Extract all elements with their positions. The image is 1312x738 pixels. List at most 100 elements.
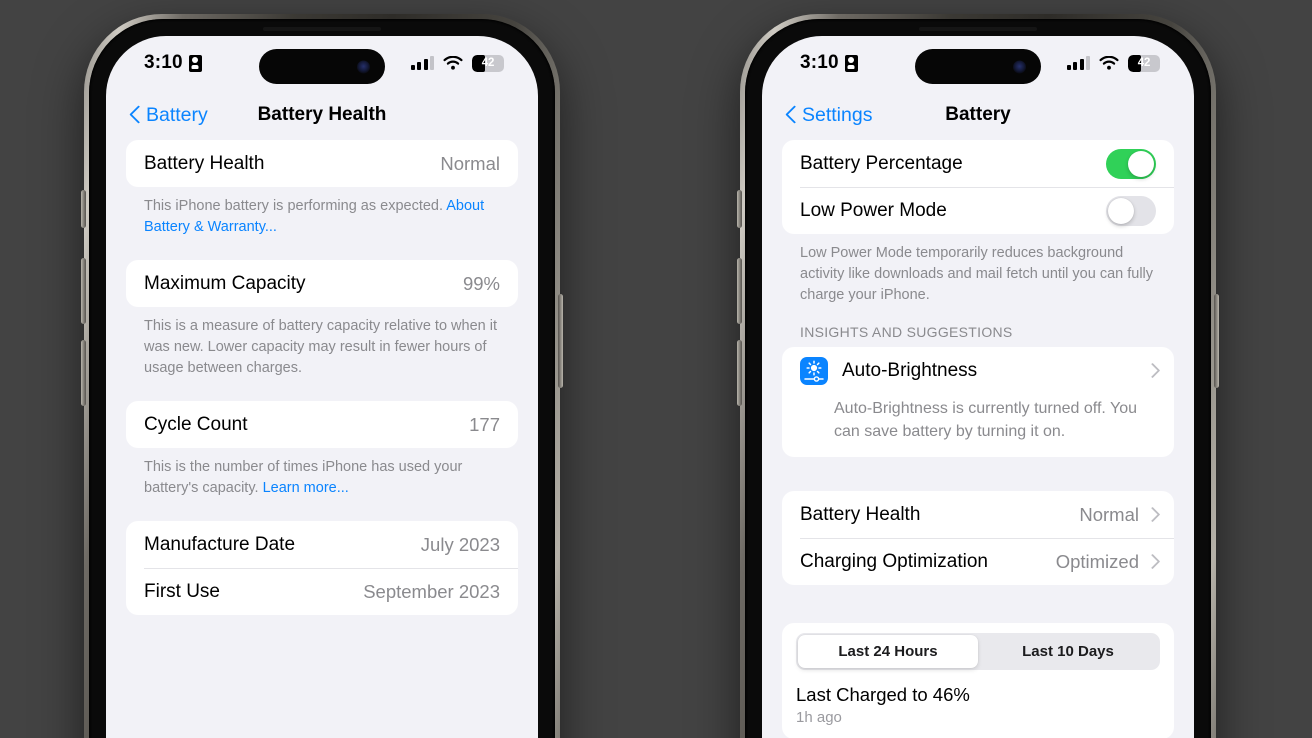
screenshot-stage: 3:10 42 Battery Battery Health Battery H… <box>0 0 1312 738</box>
wifi-icon <box>1099 55 1119 71</box>
power-button-left[interactable] <box>558 294 563 388</box>
nav-bar-left: Battery Battery Health <box>106 90 538 140</box>
row-label: Cycle Count <box>144 413 248 435</box>
auto-brightness-card: Auto-Brightness Auto-Brightness is curre… <box>782 347 1174 458</box>
status-time-right: 3:10 <box>800 52 858 74</box>
chevron-left-icon <box>130 106 141 125</box>
auto-brightness-icon <box>800 356 828 385</box>
row-charging-optimization[interactable]: Charging Optimization Optimized <box>782 538 1174 585</box>
battery-percentage-toggle[interactable] <box>1106 148 1156 179</box>
screen-lock-icon <box>844 54 858 72</box>
auto-brightness-note: Auto-Brightness is currently turned off.… <box>834 400 1137 440</box>
row-value: 177 <box>469 413 500 435</box>
battery-detail-card: Battery Health Normal Charging Optimizat… <box>782 491 1174 586</box>
volume-up-button-left[interactable] <box>81 258 86 324</box>
back-button-label: Settings <box>802 103 873 126</box>
status-bar-left: 3:10 42 <box>106 36 538 90</box>
row-value: 99% <box>462 272 500 294</box>
iphone-left: 3:10 42 Battery Battery Health Battery H… <box>81 14 563 738</box>
cycle-count-note: This is the number of times iPhone has u… <box>126 448 518 499</box>
low-power-mode-toggle[interactable] <box>1106 195 1156 226</box>
segment-last-10-days[interactable]: Last 10 Days <box>978 635 1158 668</box>
row-label: Manufacture Date <box>144 533 296 555</box>
battery-health-note: This iPhone battery is performing as exp… <box>126 187 518 238</box>
row-label: Auto-Brightness <box>842 359 978 381</box>
volume-up-button-right[interactable] <box>737 258 742 324</box>
status-indicators-right: 42 <box>1066 54 1160 72</box>
chevron-right-icon <box>1147 554 1156 569</box>
nav-bar-right: Settings Battery <box>762 90 1194 140</box>
status-time-left: 3:10 <box>144 52 202 74</box>
battery-indicator-left: 42 <box>472 54 504 72</box>
battery-indicator-right: 42 <box>1128 54 1160 72</box>
row-first-use[interactable]: First Use September 2023 <box>126 568 518 615</box>
row-label: Charging Optimization <box>800 550 988 572</box>
last-charged-block: Last Charged to 46% 1h ago <box>782 670 1174 738</box>
maximum-capacity-card: Maximum Capacity 99% <box>126 260 518 308</box>
chevron-left-icon <box>786 106 797 125</box>
action-button-left[interactable] <box>81 190 86 228</box>
row-manufacture-date[interactable]: Manufacture Date July 2023 <box>126 521 518 568</box>
row-value: Normal <box>1079 503 1139 525</box>
dates-card: Manufacture Date July 2023 First Use Sep… <box>126 521 518 616</box>
row-battery-percentage[interactable]: Battery Percentage <box>782 140 1174 187</box>
phone-bezel-left: 3:10 42 Battery Battery Health Battery H… <box>89 19 555 738</box>
action-button-right[interactable] <box>737 190 742 228</box>
last-charged-title: Last Charged to 46% <box>796 684 970 706</box>
row-label: Low Power Mode <box>800 199 947 221</box>
row-battery-health[interactable]: Battery Health Normal <box>782 491 1174 538</box>
status-time-text: 3:10 <box>800 52 839 73</box>
insights-section-header: INSIGHTS AND SUGGESTIONS <box>800 324 1013 341</box>
row-label: Battery Health <box>800 503 921 525</box>
battery-percent-text: 42 <box>1137 57 1151 69</box>
dynamic-island-left <box>259 49 385 84</box>
row-value: Optimized <box>1055 550 1139 572</box>
row-maximum-capacity[interactable]: Maximum Capacity 99% <box>126 260 518 307</box>
row-value: July 2023 <box>420 533 500 555</box>
cellular-bars-icon <box>410 56 434 70</box>
row-label: Battery Percentage <box>800 152 963 174</box>
low-power-mode-note: Low Power Mode temporarily reduces backg… <box>800 245 1154 304</box>
volume-down-button-left[interactable] <box>81 340 86 406</box>
phone-bezel-right: 3:10 42 Settings Battery Battery Percent… <box>745 19 1211 738</box>
phone-screen-right: 3:10 42 Settings Battery Battery Percent… <box>762 36 1194 738</box>
row-label: Battery Health <box>144 152 265 174</box>
cellular-bars-icon <box>1066 56 1090 70</box>
row-battery-health[interactable]: Battery Health Normal <box>126 140 518 187</box>
dynamic-island-right <box>915 49 1041 84</box>
chevron-right-icon <box>1147 363 1156 378</box>
segment-last-24-hours[interactable]: Last 24 Hours <box>798 635 978 669</box>
last-charged-subtitle: 1h ago <box>796 709 842 727</box>
row-cycle-count[interactable]: Cycle Count 177 <box>126 401 518 448</box>
status-bar-right: 3:10 42 <box>762 36 1194 90</box>
settings-list-left[interactable]: Battery Health Normal This iPhone batter… <box>106 140 538 738</box>
row-value: September 2023 <box>363 580 500 602</box>
earpiece-speaker-right <box>919 27 1037 31</box>
screen-lock-icon <box>188 54 202 72</box>
back-button-label: Battery <box>146 103 208 126</box>
volume-down-button-right[interactable] <box>737 340 742 406</box>
row-label: Maximum Capacity <box>144 272 306 294</box>
battery-usage-card: Last 24 Hours Last 10 Days Last Charged … <box>782 623 1174 738</box>
phone-screen-left: 3:10 42 Battery Battery Health Battery H… <box>106 36 538 738</box>
chevron-right-icon <box>1147 507 1156 522</box>
back-button-left[interactable]: Battery <box>130 104 208 127</box>
maximum-capacity-note: This is a measure of battery capacity re… <box>144 318 497 377</box>
iphone-right: 3:10 42 Settings Battery Battery Percent… <box>737 14 1219 738</box>
power-button-right[interactable] <box>1214 294 1219 388</box>
cycle-count-card: Cycle Count 177 <box>126 401 518 449</box>
wifi-icon <box>443 55 463 71</box>
status-time-text: 3:10 <box>144 52 183 73</box>
settings-list-right[interactable]: Battery Percentage Low Power Mode Low Po… <box>762 140 1194 738</box>
power-toggles-card: Battery Percentage Low Power Mode <box>782 140 1174 234</box>
learn-more-link[interactable]: Learn more... <box>263 480 349 496</box>
earpiece-speaker-left <box>263 27 381 31</box>
row-value: Normal <box>440 152 500 174</box>
note-text: This iPhone battery is performing as exp… <box>144 198 447 214</box>
back-button-right[interactable]: Settings <box>786 104 872 127</box>
usage-range-segmented-control[interactable]: Last 24 Hours Last 10 Days <box>796 633 1160 671</box>
row-auto-brightness[interactable]: Auto-Brightness <box>782 347 1174 394</box>
row-low-power-mode[interactable]: Low Power Mode <box>782 187 1174 234</box>
row-label: First Use <box>144 580 220 602</box>
battery-health-card: Battery Health Normal <box>126 140 518 187</box>
